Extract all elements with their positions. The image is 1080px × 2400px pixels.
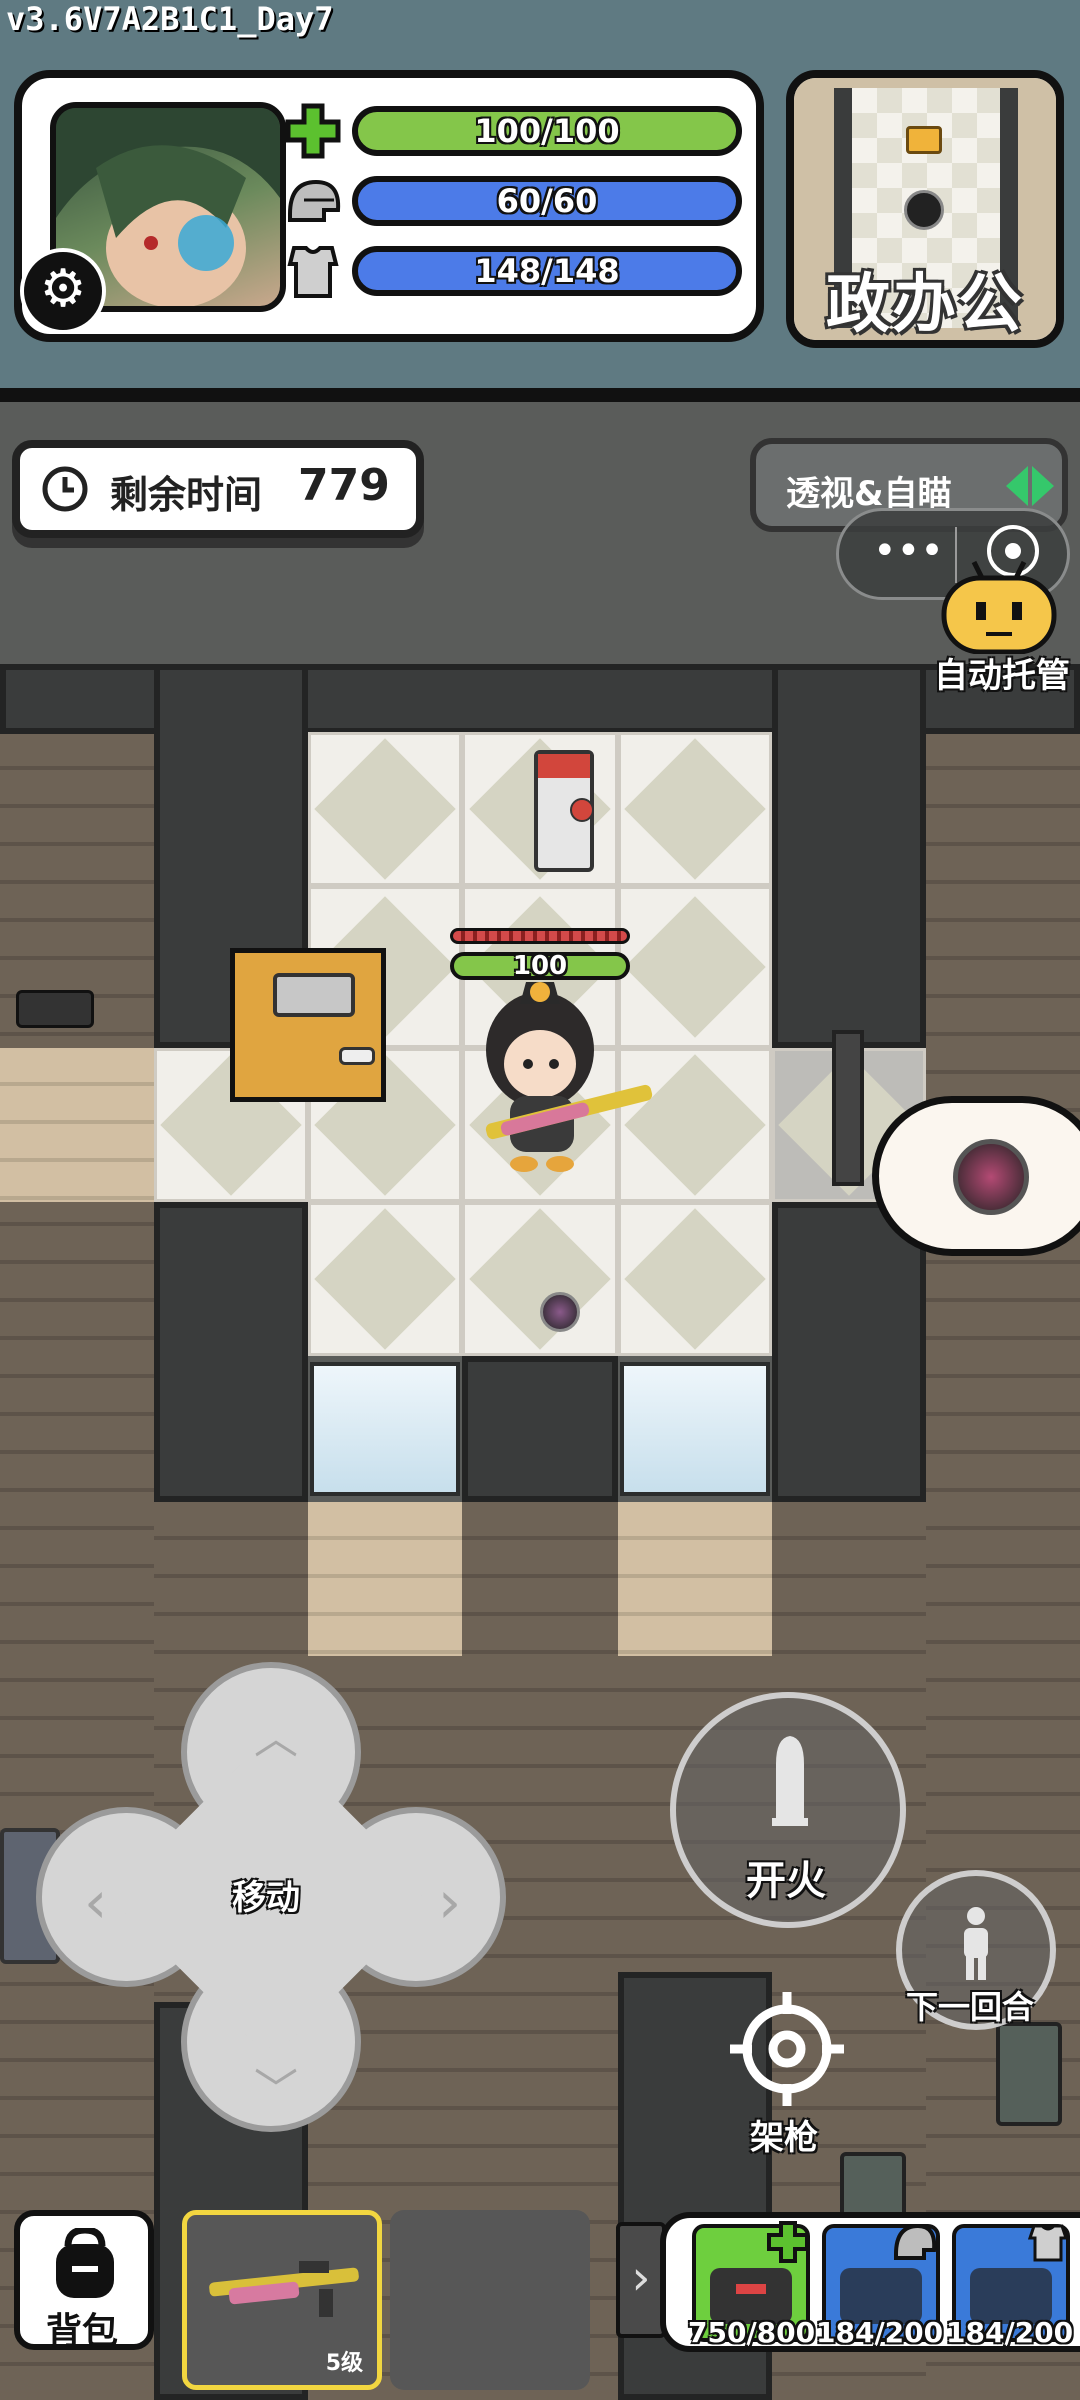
window <box>620 1362 770 1496</box>
auto-manage-label[interactable]: 自动托管 <box>934 648 1070 697</box>
helmet-icon <box>288 179 341 222</box>
header-divider <box>0 388 1080 402</box>
player-marker-icon <box>904 190 944 230</box>
special-item-icon <box>953 1139 1029 1215</box>
weapon-level-badge: 5级 <box>325 2351 363 2376</box>
status-header: v3.6V7A2B1C1_Day7 ⚙ 100/100 60/60 148/14… <box>0 0 1080 390</box>
move-label: 移动 <box>232 1878 300 1918</box>
backpack-icon <box>56 2228 114 2298</box>
arrow-right-icon <box>1006 466 1054 506</box>
character-ammo-bar <box>450 928 630 944</box>
weapon-slot-primary[interactable]: 5级 <box>182 2210 382 2390</box>
armor-repair-count: 184/200 <box>946 2316 1074 2349</box>
player-character[interactable] <box>470 980 660 1176</box>
bullet-icon <box>772 1736 808 1826</box>
game-map[interactable]: 100 剩余时间 779 透视&自瞄 ••• 自动托管 ︿ ﹀ ‹ › 移动 开… <box>0 402 1080 2400</box>
helmet-repair-count: 184/200 <box>816 2316 944 2349</box>
suitcase-icon[interactable] <box>840 2152 906 2220</box>
chevron-up-icon: ︿ <box>254 1713 298 1764</box>
wall-block <box>772 1202 926 1502</box>
chevron-down-icon: ﹀ <box>254 2065 298 2116</box>
backpack-button[interactable]: 背包 <box>14 2210 154 2352</box>
minimap[interactable]: 政办公 <box>786 70 1064 348</box>
aim-label[interactable]: 架枪 <box>750 2110 818 2159</box>
movement-dpad[interactable]: ︿ ﹀ ‹ › 移动 <box>36 1662 506 2132</box>
minimap-area-label: 政办公 <box>826 268 1024 342</box>
wall-block <box>154 1202 308 1502</box>
health-bar: 100/100 <box>352 106 742 156</box>
chevron-right-icon: › <box>438 1868 462 1936</box>
wood-floor-right <box>926 732 1080 2400</box>
body-armor-icon <box>287 246 339 298</box>
side-door[interactable] <box>832 1030 864 1186</box>
body-armor-icon <box>1028 2224 1068 2262</box>
crosshair-icon[interactable] <box>730 1992 844 2106</box>
helmet-icon <box>894 2223 937 2260</box>
status-panel: ⚙ 100/100 60/60 148/148 <box>14 70 764 342</box>
clock-icon <box>42 466 88 512</box>
person-icon <box>964 1907 988 1980</box>
ammo-box-icon[interactable] <box>16 990 94 1028</box>
window <box>310 1362 460 1496</box>
side-drawer-tab[interactable] <box>872 1096 1080 1256</box>
armor-durability-bar: 148/148 <box>352 246 742 296</box>
suitcase-icon[interactable] <box>996 2022 1062 2126</box>
medkit-count: 750/800 <box>688 2316 816 2349</box>
chevron-left-icon: ‹ <box>84 1868 108 1936</box>
backpack-label: 背包 <box>46 2311 119 2352</box>
rifle-icon <box>209 2261 359 2317</box>
character-hp-bar: 100 <box>450 952 630 980</box>
wood-floor-left <box>0 732 154 2400</box>
fire-button[interactable]: 开火 <box>670 1692 906 1928</box>
health-cross-icon <box>285 103 341 159</box>
wall-block <box>772 664 926 1048</box>
expand-items-chevron-icon[interactable]: › <box>616 2222 666 2338</box>
helmet-durability-bar: 60/60 <box>352 176 742 226</box>
remaining-time-label: 剩余时间 <box>110 473 263 517</box>
fire-label: 开火 <box>746 1858 826 1904</box>
health-plus-icon <box>767 2221 809 2263</box>
next-round-label[interactable]: 下一回合 <box>906 1982 1034 2028</box>
wooden-door[interactable] <box>230 948 386 1102</box>
settings-gear-icon[interactable]: ⚙ <box>20 248 106 334</box>
remaining-time-value: 779 <box>298 460 390 511</box>
remaining-time-panel: 剩余时间 779 <box>12 440 424 538</box>
weapon-slot-secondary[interactable] <box>390 2210 590 2390</box>
wall-block <box>462 1356 618 1502</box>
loot-orb-icon[interactable] <box>540 1292 580 1332</box>
objective-marker-icon <box>906 126 942 154</box>
robot-icon[interactable] <box>934 554 1064 654</box>
version-label: v3.6V7A2B1C1_Day7 <box>6 0 334 38</box>
loot-cabinet[interactable] <box>534 750 594 872</box>
